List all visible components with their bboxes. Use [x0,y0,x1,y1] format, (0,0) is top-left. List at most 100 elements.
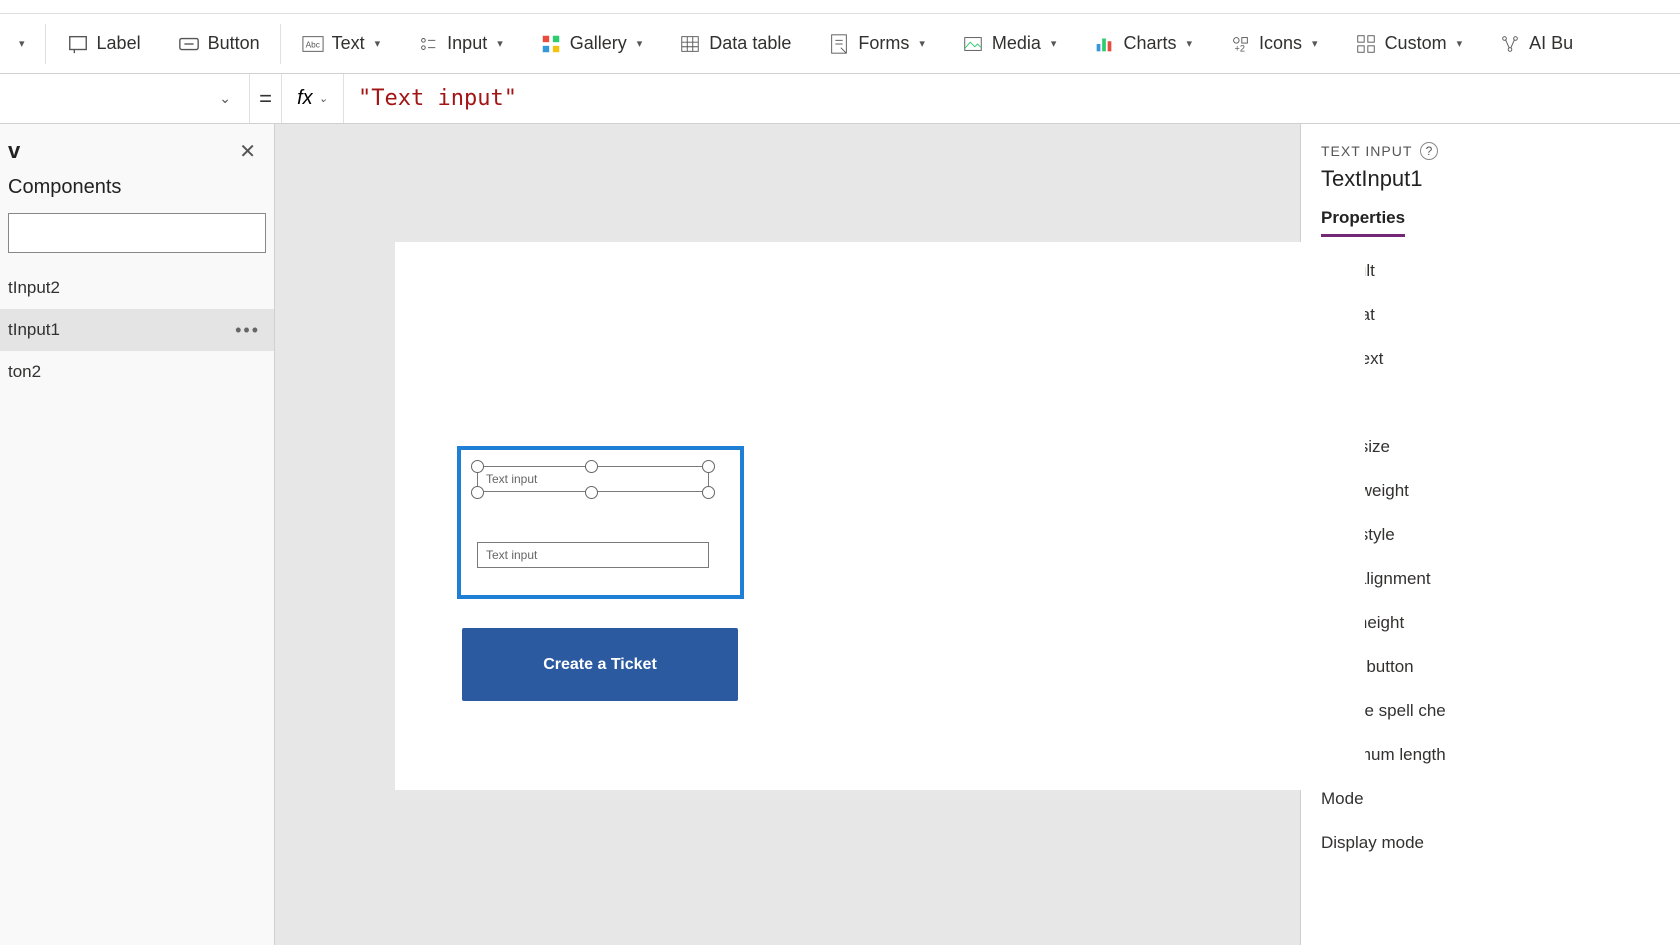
prop-format[interactable]: Format [1321,305,1680,325]
selection-handle[interactable] [471,486,484,499]
ribbon-label-text: Label [97,33,141,54]
tree-item-label: tInput1 [8,320,60,340]
tree-section-label[interactable]: Components [0,170,274,213]
ribbon-charts-text: Charts [1123,33,1176,54]
property-selector[interactable]: ⌄ [0,74,250,123]
close-icon[interactable]: ✕ [239,139,256,164]
icons-icon: +2 [1229,33,1251,55]
chevron-down-icon: ▾ [919,37,925,50]
chevron-down-icon: ▾ [497,37,503,50]
custom-icon [1355,33,1377,55]
equals-sign: = [250,74,282,123]
ribbon-more[interactable]: ▾ [6,14,43,73]
charts-icon [1093,33,1115,55]
ribbon-custom-text: Custom [1385,33,1447,54]
tree-view-panel: v ✕ Components tInput2 tInput1 ••• ton2 [0,124,275,945]
canvas[interactable]: Text input Text input Create a Ticket [275,124,1300,945]
chevron-down-icon: ▾ [1457,37,1463,50]
ribbon-forms[interactable]: Forms ▾ [809,14,943,73]
tab-properties[interactable]: Properties [1321,208,1405,237]
fx-button[interactable]: fx ⌄ [282,74,344,123]
separator [45,24,46,64]
menubar-strip [0,0,1680,14]
label-icon [67,33,89,55]
chevron-down-icon: ⌄ [219,90,231,107]
ribbon-forms-text: Forms [858,33,909,54]
gallery-icon [540,33,562,55]
ribbon-button[interactable]: Button [159,14,278,73]
ribbon-datatable[interactable]: Data table [660,14,809,73]
formula-input[interactable] [344,74,1680,123]
ribbon-media-text: Media [992,33,1041,54]
tree-title: v [8,138,20,164]
tree-item-textinput1[interactable]: tInput1 ••• [0,309,274,351]
app-screen[interactable]: Text input Text input Create a Ticket [395,242,1365,790]
ribbon-gallery[interactable]: Gallery ▾ [521,14,661,73]
separator [280,24,281,64]
svg-text:Abc: Abc [305,40,319,49]
prop-displaymode[interactable]: Display mode [1321,833,1680,853]
ribbon-text[interactable]: Abc Text ▾ [283,14,399,73]
media-icon [962,33,984,55]
selection-handle[interactable] [585,486,598,499]
ribbon-aibuilder-text: AI Bu [1529,33,1573,54]
chevron-down-icon: ▾ [1186,37,1192,50]
insert-ribbon: ▾ Label Button Abc Text ▾ Input ▾ Galler… [0,14,1680,74]
tree-item-label: tInput2 [8,278,60,298]
textinput-2[interactable]: Text input [477,542,709,568]
selection-handle[interactable] [471,460,484,473]
prop-clearbutton[interactable]: Clear button [1321,657,1680,677]
control-name[interactable]: TextInput1 [1321,166,1680,192]
tree-item-button2[interactable]: ton2 [0,351,274,393]
ribbon-icons-text: Icons [1259,33,1302,54]
work-area: v ✕ Components tInput2 tInput1 ••• ton2 … [0,124,1680,945]
prop-mode[interactable]: Mode [1321,789,1680,809]
ribbon-charts[interactable]: Charts ▾ [1074,14,1210,73]
chevron-down-icon: ▾ [1051,37,1057,50]
create-ticket-button[interactable]: Create a Ticket [462,628,738,701]
fx-icon: fx [297,87,313,110]
selection-handle[interactable] [702,460,715,473]
selection-handle[interactable] [702,486,715,499]
ribbon-datatable-text: Data table [709,33,791,54]
ribbon-media[interactable]: Media ▾ [943,14,1075,73]
textinput-placeholder: Text input [486,472,537,486]
chevron-down-icon: ▾ [637,37,643,50]
more-icon[interactable]: ••• [235,320,260,341]
textinput-placeholder: Text input [486,548,537,562]
tree-search-input[interactable] [8,213,266,253]
ribbon-aibuilder[interactable]: AI Bu [1480,14,1591,73]
prop-textalignment[interactable]: Text alignment [1321,569,1680,589]
properties-list: Default Format Hint text Font Font size … [1321,261,1680,853]
ribbon-input[interactable]: Input ▾ [398,14,521,73]
formula-bar: ⌄ = fx ⌄ [0,74,1680,124]
prop-default[interactable]: Default [1321,261,1680,281]
prop-lineheight[interactable]: Line height [1321,613,1680,633]
control-type-label: TEXT INPUT ? [1321,142,1680,160]
chevron-down-icon: ⌄ [319,92,328,105]
chevron-down-icon: ▾ [19,37,25,50]
prop-fontstyle[interactable]: Font style [1321,525,1680,545]
forms-icon [828,33,850,55]
tree-item-textinput2[interactable]: tInput2 [0,267,274,309]
prop-spellcheck[interactable]: Enable spell che [1321,701,1680,721]
prop-maxlength[interactable]: Maximum length [1321,745,1680,765]
prop-fontsize[interactable]: Font size [1321,437,1680,457]
button-icon [178,33,200,55]
help-icon[interactable]: ? [1420,142,1438,160]
ribbon-button-text: Button [208,33,260,54]
ribbon-custom[interactable]: Custom ▾ [1336,14,1481,73]
ribbon-gallery-text: Gallery [570,33,627,54]
ribbon-input-text: Input [447,33,487,54]
tree-list: tInput2 tInput1 ••• ton2 [0,267,274,945]
input-icon [417,33,439,55]
aibuilder-icon [1499,33,1521,55]
selection-handle[interactable] [585,460,598,473]
prop-hinttext[interactable]: Hint text [1321,349,1680,369]
ribbon-label[interactable]: Label [48,14,159,73]
svg-text:+2: +2 [1235,43,1245,53]
prop-font[interactable]: Font [1321,393,1680,413]
prop-fontweight[interactable]: Font weight [1321,481,1680,501]
button-label: Create a Ticket [543,656,657,674]
ribbon-icons[interactable]: +2 Icons ▾ [1210,14,1336,73]
